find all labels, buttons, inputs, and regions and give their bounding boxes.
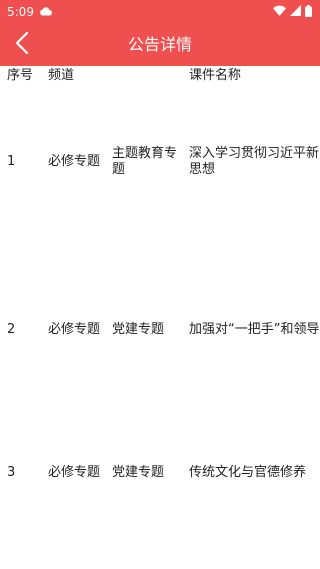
row-no: 3 [7,465,16,480]
status-bar: 5:09 [0,0,320,24]
app-bar: 公告详情 [0,24,320,66]
row-subject: 主题教育专题 [112,146,178,177]
row-subject: 党建专题 [112,322,165,337]
page-title: 公告详情 [127,35,192,54]
course-name-line: 深入学习贯彻习近平新 [189,146,320,161]
signal-icon [290,5,301,19]
status-left: 5:09 [7,5,53,19]
header-channel: 频道 [48,68,75,83]
row-channel: 必修专题 [48,322,101,337]
row-course-name: 传统文化与官德修养 [189,465,320,481]
row-no: 2 [7,322,16,337]
row-channel: 必修专题 [48,465,101,480]
row-channel: 必修专题 [48,154,101,169]
header-course-name: 课件名称 [189,68,242,83]
battery-icon [305,4,312,20]
row-course-name: 深入学习贯彻习近平新 思想 [189,146,320,178]
row-course-name: 加强对“一把手”和领导 [189,322,320,338]
chevron-left-icon [15,31,29,59]
course-name-line: 传统文化与官德修养 [189,465,307,480]
back-button[interactable] [6,29,38,61]
cloud-icon [39,5,53,19]
course-name-line: 加强对“一把手”和领导 [189,322,320,337]
row-subject: 党建专题 [112,465,165,480]
wifi-icon [273,5,286,19]
notice-table: 序号 频道 课件名称 1 必修专题 主题教育专题 深入学习贯彻习近平新 思想 2… [0,66,320,569]
row-no: 1 [7,154,16,169]
course-name-line: 思想 [189,162,216,177]
header-no: 序号 [7,68,34,83]
status-right [273,4,312,20]
status-time: 5:09 [7,5,34,19]
